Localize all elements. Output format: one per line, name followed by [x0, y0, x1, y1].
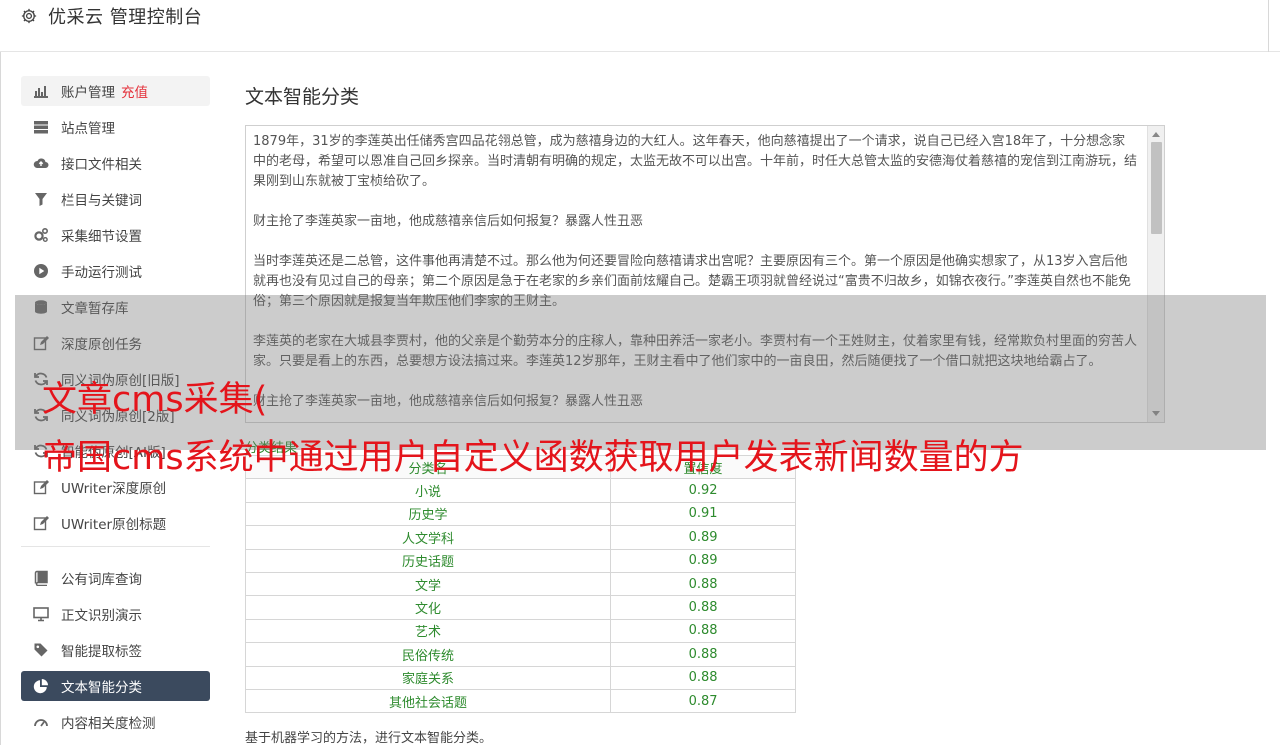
sidebar-item-label: 文本智能分类 [61, 680, 142, 696]
frame-border-left [0, 0, 1, 745]
sidebar-divider [21, 546, 210, 547]
sidebar-item-label: 智能提取标签 [61, 644, 142, 660]
pie-chart-icon [32, 677, 50, 695]
category-cell: 其他社会话题 [244, 688, 612, 714]
confidence-cell: 0.88 [610, 642, 796, 667]
table-row: 历史话题 0.89 [244, 548, 796, 573]
sidebar-item-columns-keywords[interactable]: 栏目与关键词 [21, 184, 210, 214]
sidebar-item-label: 内容相关度检测 [61, 716, 156, 732]
category-cell: 文学 [244, 571, 612, 597]
overlay-title-line-1: 文章cms采集( [42, 380, 268, 420]
table-row: 人文学科 0.89 [244, 525, 796, 550]
table-row: 民俗传统 0.88 [244, 642, 796, 667]
table-row: 小说 0.92 [244, 478, 796, 503]
book-icon [32, 569, 50, 587]
cogs-icon [32, 226, 50, 244]
scroll-thumb[interactable] [1151, 142, 1162, 234]
confidence-cell: 0.88 [610, 595, 796, 620]
edit-icon [32, 478, 50, 496]
filter-icon [32, 190, 50, 208]
sidebar-item-label: UWriter深度原创 [61, 481, 167, 497]
gear-icon [21, 8, 37, 24]
confidence-cell: 0.88 [610, 571, 796, 597]
monitor-icon [32, 605, 50, 623]
category-cell: 文化 [244, 595, 612, 620]
table-row: 文学 0.88 [244, 571, 796, 597]
confidence-cell: 0.91 [610, 501, 796, 527]
table-row: 历史学 0.91 [244, 501, 796, 527]
gauge-icon [32, 713, 50, 731]
sidebar-item-label: 账户管理 [61, 85, 115, 101]
sidebar-item-sites[interactable]: 站点管理 [21, 112, 210, 142]
page-title: 文本智能分类 [245, 86, 360, 108]
sidebar-item-smart-tags[interactable]: 智能提取标签 [21, 635, 210, 665]
frame-border-right [1268, 0, 1269, 52]
table-row: 文化 0.88 [244, 595, 796, 620]
tag-icon [32, 641, 50, 659]
table-row: 家庭关系 0.88 [244, 665, 796, 690]
sidebar-item-label: 公有词库查询 [61, 572, 142, 588]
sidebar-item-interface-files[interactable]: 接口文件相关 [21, 148, 210, 178]
overlay-banner [15, 295, 1266, 450]
sidebar-item-account[interactable]: 账户管理 充值 [21, 76, 210, 106]
text-paragraph: 财主抢了李莲英家一亩地，他成慈禧亲信后如何报复？暴露人性丑恶 [253, 214, 644, 229]
text-paragraph: 1879年，31岁的李莲英出任储秀宫四品花翎总管，成为慈禧身边的大红人。这年春天… [253, 134, 1138, 189]
sidebar-item-label: UWriter原创标题 [61, 517, 167, 533]
sidebar-item-manual-run[interactable]: 手动运行测试 [21, 256, 210, 286]
confidence-cell: 0.89 [610, 525, 796, 550]
overlay-title-line-2: 帝国cms系统中通过用户自定义函数获取用户发表新闻数量的方 [42, 438, 1024, 478]
category-cell: 家庭关系 [244, 665, 612, 690]
category-cell: 小说 [244, 478, 612, 503]
confidence-cell: 0.87 [610, 688, 796, 714]
category-cell: 历史话题 [244, 548, 612, 573]
category-cell: 艺术 [244, 618, 612, 644]
sidebar-item-relevance-check[interactable]: 内容相关度检测 [21, 707, 210, 737]
sidebar-item-text-recognition[interactable]: 正文识别演示 [21, 599, 210, 629]
table-row: 艺术 0.88 [244, 618, 796, 644]
sidebar-item-uwriter-title[interactable]: UWriter原创标题 [21, 508, 210, 538]
category-cell: 民俗传统 [244, 642, 612, 667]
sidebar-item-label: 接口文件相关 [61, 157, 142, 173]
play-circle-icon [32, 262, 50, 280]
sidebar-item-collect-settings[interactable]: 采集细节设置 [21, 220, 210, 250]
footnote: 基于机器学习的方法，进行文本智能分类。 [245, 731, 493, 745]
sidebar-item-label: 正文识别演示 [61, 608, 142, 624]
cloud-upload-icon [32, 154, 50, 172]
scroll-up-arrow-icon[interactable] [1152, 132, 1160, 137]
sidebar-item-label: 手动运行测试 [61, 265, 142, 281]
result-table: 分类名 置信度 小说 0.92 历史学 0.91 人文学科 0.89 历史话题 0.89… [244, 454, 796, 714]
table-row: 其他社会话题 0.87 [244, 688, 796, 714]
brand[interactable]: 优采云 管理控制台 [20, 6, 203, 28]
app-title: 优采云 管理控制台 [48, 7, 203, 28]
sidebar-item-label: 站点管理 [61, 121, 115, 137]
confidence-cell: 0.89 [610, 548, 796, 573]
confidence-cell: 0.88 [610, 665, 796, 690]
server-icon [32, 118, 50, 136]
recharge-link[interactable]: 充值 [121, 81, 148, 101]
confidence-cell: 0.92 [610, 478, 796, 503]
edit-icon [32, 514, 50, 532]
sidebar-item-text-classification[interactable]: 文本智能分类 [21, 671, 210, 701]
top-bar: 优采云 管理控制台 [0, 0, 1280, 52]
category-cell: 历史学 [244, 501, 612, 527]
category-cell: 人文学科 [244, 525, 612, 550]
sidebar-item-label: 采集细节设置 [61, 229, 142, 245]
bar-chart-icon [32, 82, 50, 100]
confidence-cell: 0.88 [610, 618, 796, 644]
sidebar-item-label: 栏目与关键词 [61, 193, 142, 209]
sidebar-item-public-lexicon[interactable]: 公有词库查询 [21, 563, 210, 593]
